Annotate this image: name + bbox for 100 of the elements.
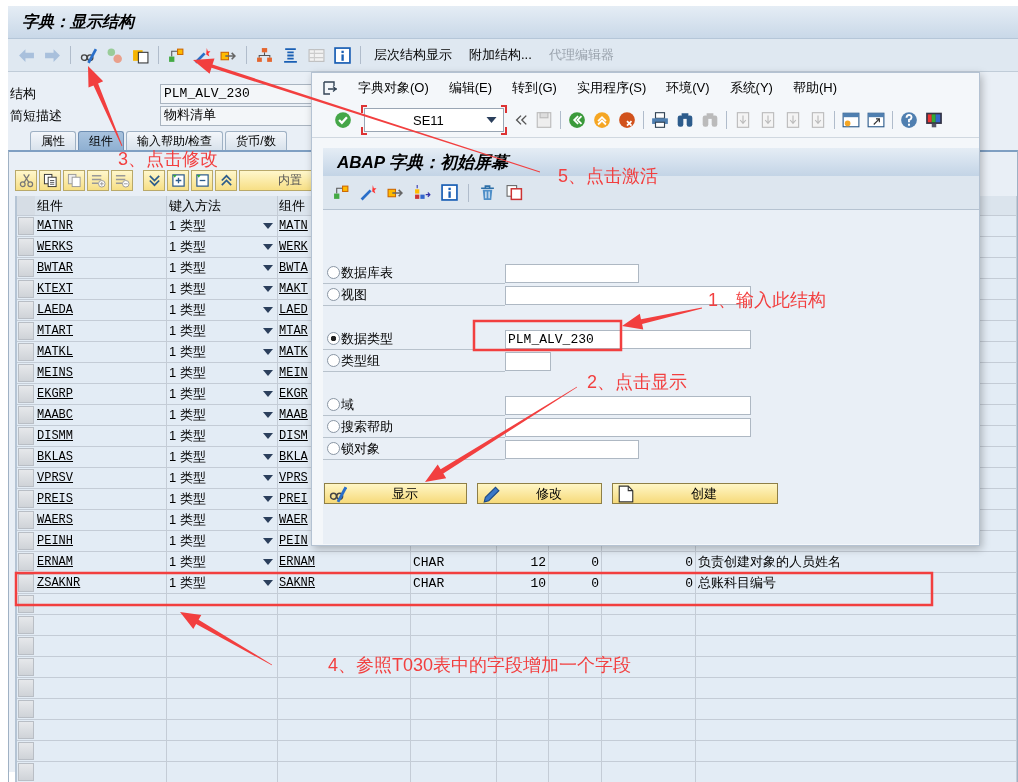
radio-button[interactable] bbox=[327, 420, 340, 433]
exit-icon[interactable] bbox=[593, 111, 611, 129]
collapse-button[interactable] bbox=[215, 170, 237, 191]
dropdown-icon[interactable] bbox=[263, 349, 273, 355]
component-link[interactable]: PEINH bbox=[37, 534, 73, 548]
dropdown-icon[interactable] bbox=[263, 265, 273, 271]
window-icon[interactable] bbox=[867, 111, 885, 129]
component-link[interactable]: BKLA bbox=[279, 450, 308, 464]
component-link[interactable]: ERNAM bbox=[279, 555, 315, 569]
confirm-icon[interactable] bbox=[334, 111, 352, 129]
dropdown-icon[interactable] bbox=[263, 454, 273, 460]
page-icon[interactable] bbox=[734, 111, 752, 129]
radio-button[interactable] bbox=[327, 354, 340, 367]
remove-button[interactable] bbox=[191, 170, 213, 191]
copy-icon[interactable] bbox=[506, 184, 523, 201]
info-icon[interactable] bbox=[441, 184, 458, 201]
info-icon[interactable] bbox=[334, 46, 351, 64]
component-link[interactable]: MAKT bbox=[279, 282, 308, 296]
print-icon[interactable] bbox=[651, 111, 669, 129]
component-link[interactable]: MATN bbox=[279, 219, 308, 233]
insert-row-button[interactable] bbox=[87, 170, 109, 191]
insert-button[interactable] bbox=[167, 170, 189, 191]
radio-button[interactable] bbox=[327, 332, 340, 345]
dropdown-icon[interactable] bbox=[263, 307, 273, 313]
action-button[interactable]: 创建 bbox=[612, 483, 778, 504]
expand-button[interactable] bbox=[143, 170, 165, 191]
radio-button[interactable] bbox=[327, 398, 340, 411]
back-icon[interactable] bbox=[568, 111, 586, 129]
dropdown-icon[interactable] bbox=[263, 286, 273, 292]
dropdown-icon[interactable] bbox=[263, 517, 273, 523]
save-icon[interactable] bbox=[535, 111, 553, 129]
page-icon[interactable] bbox=[784, 111, 802, 129]
dropdown-icon[interactable] bbox=[263, 475, 273, 481]
input-field[interactable] bbox=[505, 417, 751, 437]
component-link[interactable]: KTEXT bbox=[37, 282, 73, 296]
node-boxes-icon[interactable] bbox=[333, 184, 350, 201]
cut-button[interactable] bbox=[15, 170, 37, 191]
input-field[interactable]: PLM_ALV_230 bbox=[505, 329, 751, 349]
component-link[interactable]: ZSAKNR bbox=[37, 576, 81, 590]
circles-icon[interactable] bbox=[106, 46, 123, 64]
component-link[interactable]: MAABC bbox=[37, 408, 73, 422]
menu-item[interactable]: 转到(G) bbox=[512, 79, 557, 97]
dropdown-icon[interactable] bbox=[263, 433, 273, 439]
row-selector[interactable] bbox=[18, 574, 34, 592]
component-link[interactable]: BWTAR bbox=[37, 261, 73, 275]
tab[interactable]: 货币/数 bbox=[225, 131, 287, 150]
table-icon[interactable] bbox=[308, 46, 325, 64]
menu-item[interactable]: 环境(V) bbox=[666, 79, 710, 97]
lines-icon[interactable] bbox=[282, 46, 299, 64]
menu-item[interactable]: 编辑(E) bbox=[448, 79, 493, 97]
dropdown-icon[interactable] bbox=[263, 328, 273, 334]
tree-icon[interactable] bbox=[414, 184, 431, 201]
dropdown-icon[interactable] bbox=[263, 244, 273, 250]
dialog-icon[interactable] bbox=[322, 80, 338, 96]
magic-wand-icon[interactable] bbox=[360, 184, 377, 201]
component-link[interactable]: MATK bbox=[279, 345, 308, 359]
help-icon[interactable] bbox=[900, 111, 918, 129]
component-link[interactable]: WAERS bbox=[37, 513, 73, 527]
input-field[interactable] bbox=[505, 351, 551, 371]
window-icon[interactable] bbox=[842, 111, 860, 129]
radio-button[interactable] bbox=[327, 288, 340, 301]
component-link[interactable]: PREIS bbox=[37, 492, 73, 506]
page-icon[interactable] bbox=[759, 111, 777, 129]
node-boxes-icon[interactable] bbox=[168, 46, 185, 64]
input-field[interactable] bbox=[505, 439, 639, 459]
component-link[interactable]: LAEDA bbox=[37, 303, 73, 317]
dropdown-icon[interactable] bbox=[263, 538, 273, 544]
tab[interactable]: 输入帮助/检查 bbox=[126, 131, 224, 150]
menu-item[interactable]: 系统(Y) bbox=[729, 79, 773, 97]
radio-button[interactable] bbox=[327, 442, 340, 455]
component-link[interactable]: MATKL bbox=[37, 345, 73, 359]
page-icon[interactable] bbox=[809, 111, 827, 129]
radio-button[interactable] bbox=[327, 266, 340, 279]
toolbar-button[interactable]: 附加结构... bbox=[465, 46, 536, 64]
tab[interactable]: 属性 bbox=[30, 131, 76, 150]
component-link[interactable]: ERNAM bbox=[37, 555, 73, 569]
dropdown-icon[interactable] bbox=[486, 117, 497, 123]
menu-item[interactable]: 帮助(H) bbox=[792, 79, 837, 97]
component-link[interactable]: MATNR bbox=[37, 219, 73, 233]
component-link[interactable]: DISM bbox=[279, 429, 308, 443]
double-chevron-icon[interactable] bbox=[514, 113, 528, 127]
component-link[interactable]: EKGR bbox=[279, 387, 308, 401]
component-link[interactable]: PREI bbox=[279, 492, 308, 506]
action-button[interactable]: 修改 bbox=[477, 483, 602, 504]
org-chart-icon[interactable] bbox=[256, 46, 273, 64]
component-link[interactable]: VPRSV bbox=[37, 471, 73, 485]
component-link[interactable]: MTAR bbox=[279, 324, 308, 338]
command-field[interactable]: SE11 bbox=[361, 105, 507, 135]
dropdown-icon[interactable] bbox=[263, 412, 273, 418]
glasses-pencil-icon[interactable] bbox=[80, 46, 97, 64]
component-link[interactable]: PEIN bbox=[279, 534, 308, 548]
trash-icon[interactable] bbox=[479, 184, 496, 201]
component-link[interactable]: WERKS bbox=[37, 240, 73, 254]
dropdown-icon[interactable] bbox=[263, 370, 273, 376]
menu-item[interactable]: 实用程序(S) bbox=[576, 79, 647, 97]
component-link[interactable]: SAKNR bbox=[279, 576, 315, 590]
component-link[interactable]: DISMM bbox=[37, 429, 73, 443]
component-link[interactable]: VPRS bbox=[279, 471, 308, 485]
binoculars-icon[interactable] bbox=[676, 111, 694, 129]
component-link[interactable]: WERK bbox=[279, 240, 308, 254]
